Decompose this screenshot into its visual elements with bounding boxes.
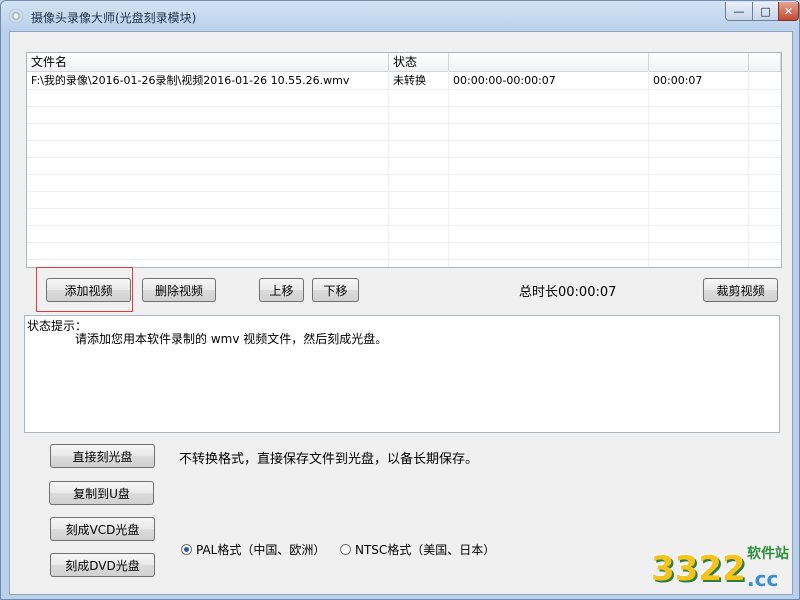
watermark-suffix: .cc	[747, 567, 779, 591]
burn-vcd-button[interactable]: 刻成VCD光盘	[50, 517, 155, 541]
column-status[interactable]: 状态	[389, 53, 449, 71]
status-panel: 状态提示： 请添加您用本软件录制的 wmv 视频文件，然后刻成光盘。	[24, 315, 780, 433]
burn-description: 不转换格式，直接保存文件到光盘，以备长期保存。	[179, 452, 479, 467]
grid-line	[27, 208, 781, 209]
disc-icon	[9, 9, 23, 23]
watermark-site: 软件站	[747, 546, 789, 562]
grid-line	[27, 191, 781, 192]
copy-to-u-button[interactable]: 复制到U盘	[49, 481, 154, 505]
window-title: 摄像头录像大师(光盘刻录模块)	[31, 11, 197, 25]
ntsc-radio[interactable]	[340, 544, 351, 555]
column-duration[interactable]	[649, 53, 749, 71]
maximize-button[interactable]: □	[752, 2, 779, 21]
grid-line	[27, 259, 781, 260]
row-status: 未转换	[393, 74, 426, 87]
burn-direct-button[interactable]: 直接刻光盘	[50, 444, 155, 468]
client-area: 文件名 状态 F:\我的录像\2016-01-26录制\视频2016-01-26…	[9, 31, 793, 595]
status-message: 请添加您用本软件录制的 wmv 视频文件，然后刻成光盘。	[75, 332, 388, 346]
burn-dvd-button[interactable]: 刻成DVD光盘	[50, 553, 155, 577]
grid-line	[27, 174, 781, 175]
list-header: 文件名 状态	[27, 53, 781, 72]
pal-label[interactable]: PAL格式（中国、欧洲）	[196, 541, 325, 558]
video-file-list[interactable]: 文件名 状态 F:\我的录像\2016-01-26录制\视频2016-01-26…	[26, 52, 782, 268]
row-filename: F:\我的录像\2016-01-26录制\视频2016-01-26 10.55.…	[31, 74, 350, 87]
minimize-button[interactable]: —	[725, 2, 753, 21]
column-extra[interactable]	[749, 53, 781, 71]
table-row[interactable]: F:\我的录像\2016-01-26录制\视频2016-01-26 10.55.…	[27, 72, 781, 89]
site-watermark: 软件站 3322 .cc	[651, 541, 796, 596]
grid-line	[748, 71, 749, 267]
watermark-number: 3322	[651, 549, 746, 589]
grid-line	[27, 157, 781, 158]
grid-line	[448, 71, 449, 267]
move-down-button[interactable]: 下移	[312, 278, 359, 302]
row-duration: 00:00:07	[653, 74, 703, 87]
add-video-button[interactable]: 添加视频	[46, 278, 131, 302]
column-range[interactable]	[449, 53, 649, 71]
grid-line	[27, 225, 781, 226]
grid-line	[27, 123, 781, 124]
column-filename[interactable]: 文件名	[27, 53, 389, 71]
grid-line	[648, 71, 649, 267]
total-duration: 总时长00:00:07	[519, 285, 617, 300]
delete-video-button[interactable]: 删除视频	[142, 278, 216, 302]
move-up-button[interactable]: 上移	[259, 278, 304, 302]
row-range: 00:00:00-00:00:07	[453, 74, 556, 87]
grid-line	[27, 242, 781, 243]
grid-line	[27, 106, 781, 107]
title-bar[interactable]: 摄像头录像大师(光盘刻录模块) — □ ✕	[1, 1, 799, 31]
close-button[interactable]: ✕	[778, 2, 799, 21]
grid-line	[27, 89, 781, 90]
app-window: 摄像头录像大师(光盘刻录模块) — □ ✕ 文件名 状态 F:\我的录像\201…	[0, 0, 800, 600]
grid-line	[27, 140, 781, 141]
grid-line	[388, 71, 389, 267]
pal-radio[interactable]	[181, 544, 192, 555]
ntsc-label[interactable]: NTSC格式（美国、日本）	[355, 541, 495, 558]
trim-video-button[interactable]: 裁剪视频	[703, 278, 778, 302]
